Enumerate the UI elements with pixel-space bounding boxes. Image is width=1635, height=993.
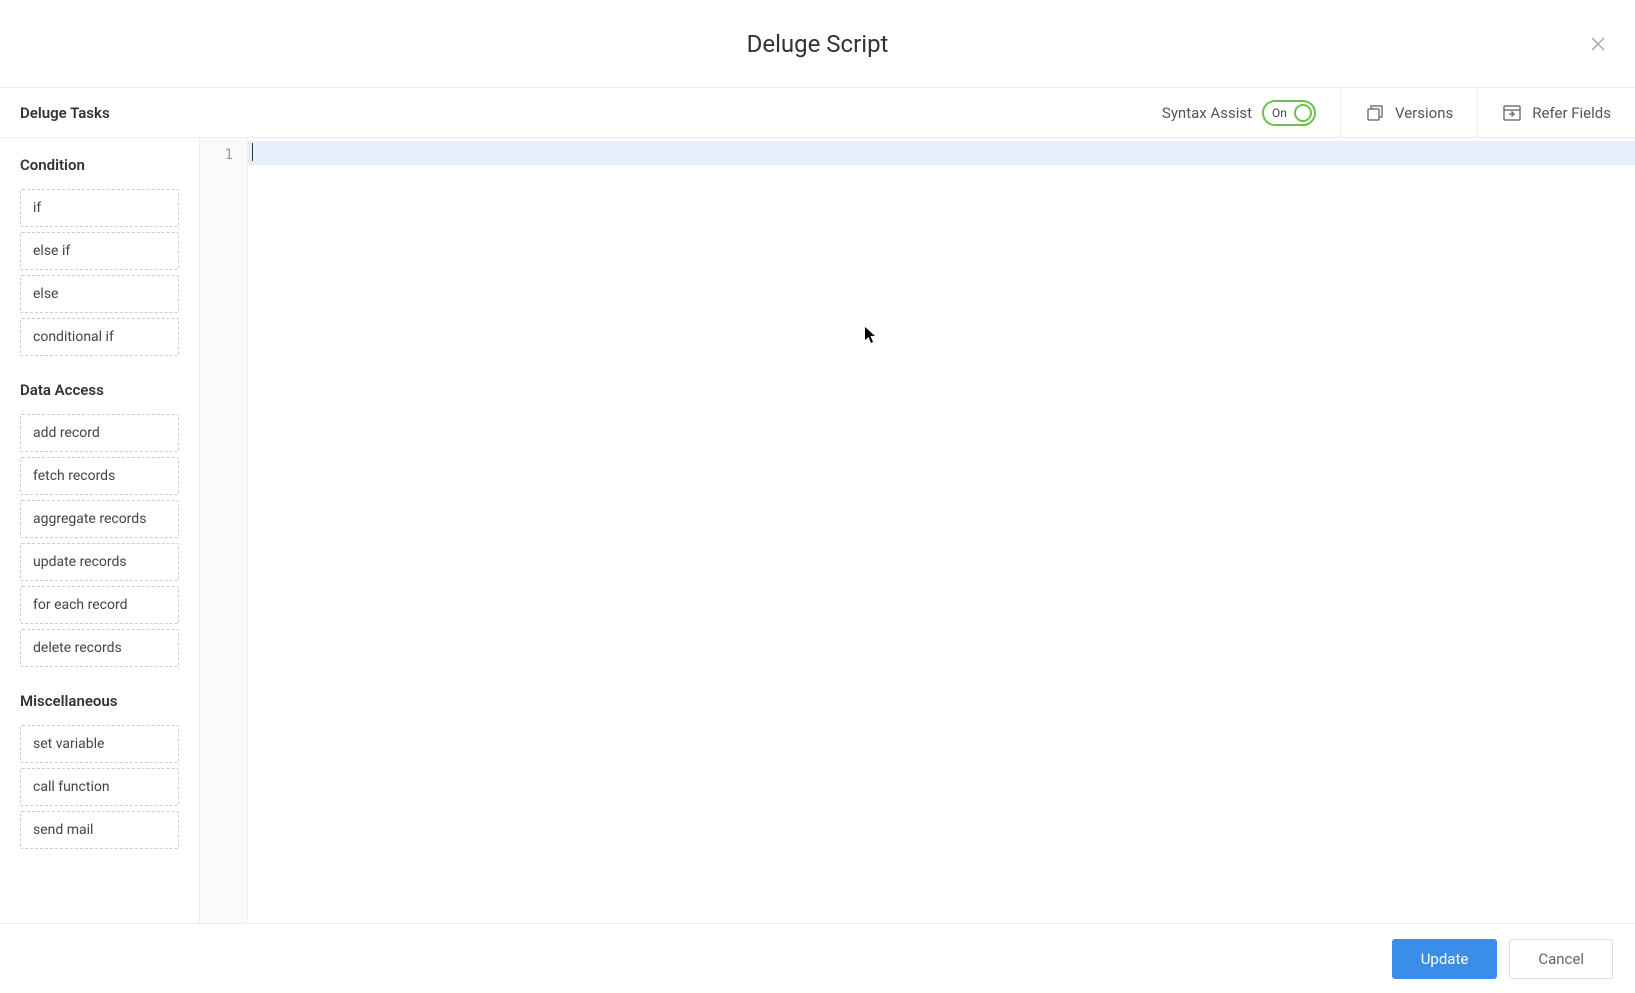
footer: Update Cancel [0,923,1635,993]
refer-fields-button[interactable]: Refer Fields [1477,88,1635,137]
task-item-set-variable[interactable]: set variable [20,725,179,763]
header: Deluge Script [0,0,1635,88]
syntax-assist-toggle[interactable]: On [1262,100,1316,126]
toolbar: Deluge Tasks Syntax Assist On Versions R… [0,88,1635,138]
category-condition: Condition [0,138,199,184]
task-item-call-function[interactable]: call function [20,768,179,806]
line-gutter: 1 [200,138,248,923]
task-item-else-if[interactable]: else if [20,232,179,270]
sidebar[interactable]: Condition if else if else conditional if Data… [0,138,200,923]
task-item-send-mail[interactable]: send mail [20,811,179,849]
code-editor[interactable]: 1 [200,138,1635,923]
active-line-highlight [248,141,1635,165]
deluge-tasks-label: Deluge Tasks [0,104,110,122]
task-item-fetch-records[interactable]: fetch records [20,457,179,495]
task-item-else[interactable]: else [20,275,179,313]
close-icon [1590,36,1606,52]
task-item-for-each-record[interactable]: for each record [20,586,179,624]
line-number: 1 [200,144,247,166]
main-area: Condition if else if else conditional if Data… [0,138,1635,923]
task-item-if[interactable]: if [20,189,179,227]
task-item-conditional-if[interactable]: conditional if [20,318,179,356]
syntax-assist-label: Syntax Assist [1162,104,1252,122]
task-item-update-records[interactable]: update records [20,543,179,581]
refer-fields-label: Refer Fields [1532,104,1611,122]
versions-label: Versions [1395,104,1453,122]
toggle-thumb [1294,104,1312,122]
update-button[interactable]: Update [1392,939,1498,979]
refer-fields-icon [1502,103,1522,123]
category-data-access: Data Access [0,361,199,409]
task-item-aggregate-records[interactable]: aggregate records [20,500,179,538]
versions-button[interactable]: Versions [1340,88,1477,137]
cancel-button[interactable]: Cancel [1509,939,1613,979]
syntax-assist-section: Syntax Assist On [1162,88,1340,137]
close-button[interactable] [1589,35,1607,53]
versions-icon [1365,103,1385,123]
code-area[interactable] [248,138,1635,923]
task-item-delete-records[interactable]: delete records [20,629,179,667]
toggle-state-label: On [1272,106,1287,120]
task-item-add-record[interactable]: add record [20,414,179,452]
page-title: Deluge Script [747,30,889,58]
text-cursor [252,143,253,161]
category-miscellaneous: Miscellaneous [0,672,199,720]
